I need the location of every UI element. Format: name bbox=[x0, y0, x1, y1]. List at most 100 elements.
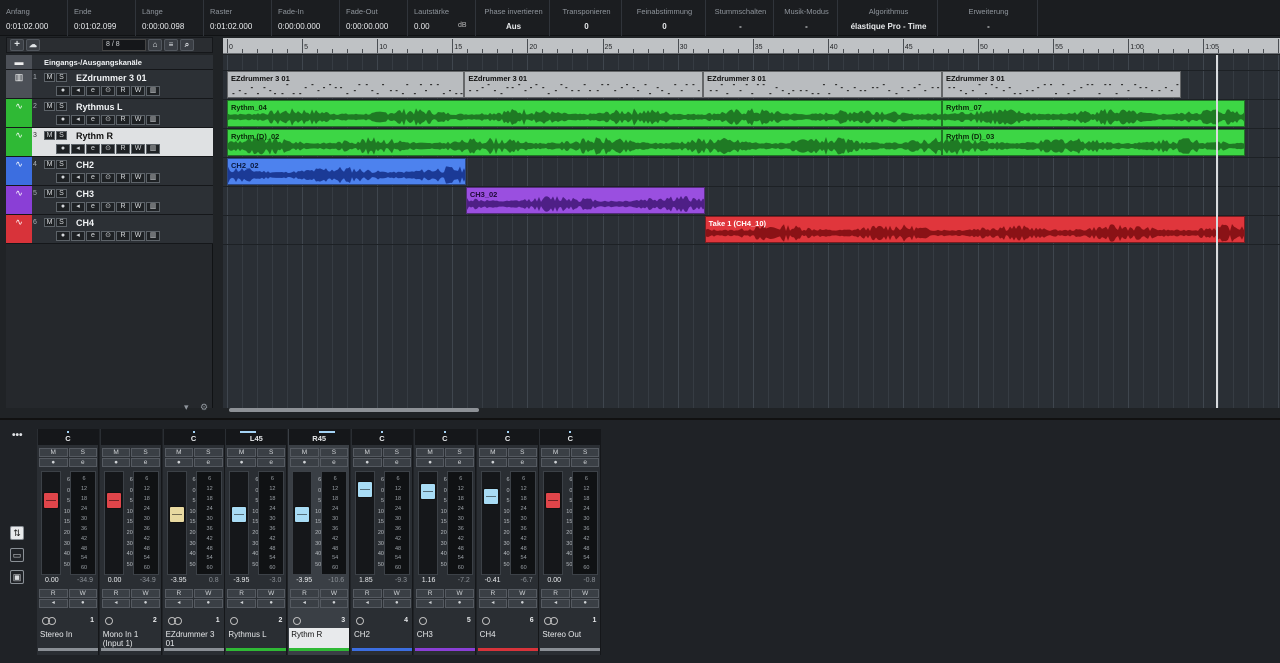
monitor-button[interactable]: ◂ bbox=[227, 599, 256, 608]
volume-value[interactable]: 0.00 bbox=[102, 577, 122, 587]
monitor-button[interactable]: ◂ bbox=[71, 144, 85, 154]
listen-button[interactable]: ● bbox=[541, 458, 570, 467]
monitor-button[interactable]: ◂ bbox=[71, 115, 85, 125]
lock-button[interactable]: ⊙ bbox=[101, 231, 115, 241]
cloud-icon[interactable]: ☁ bbox=[26, 39, 40, 51]
info-field-7[interactable]: Phase invertieren Aus bbox=[476, 0, 550, 36]
track-name[interactable]: CH2 bbox=[76, 160, 94, 170]
solo-button[interactable]: S bbox=[256, 448, 286, 457]
mute-button[interactable]: M bbox=[290, 448, 319, 457]
edit-channel-button[interactable]: e bbox=[382, 458, 411, 467]
info-field-value[interactable]: 0 bbox=[556, 22, 617, 31]
fader-track[interactable] bbox=[480, 471, 501, 575]
info-field-6[interactable]: Lautstärke 0.00 dB bbox=[408, 0, 476, 36]
record-enable-button[interactable]: ● bbox=[56, 202, 70, 212]
peak-value[interactable]: -6.7 bbox=[521, 577, 537, 587]
lock-button[interactable]: ⊙ bbox=[101, 202, 115, 212]
info-field-4[interactable]: Fade-In 0:00:00.000 bbox=[272, 0, 340, 36]
monitor-button[interactable]: ◂ bbox=[71, 173, 85, 183]
solo-button[interactable]: S bbox=[131, 448, 160, 457]
midi-part[interactable]: EZdrummer 3 01 bbox=[464, 71, 704, 98]
search-icon[interactable]: ⌕ bbox=[180, 39, 194, 51]
volume-value[interactable]: -3.95 bbox=[227, 577, 249, 587]
mute-button[interactable]: M bbox=[227, 448, 256, 457]
fader-track[interactable] bbox=[229, 471, 250, 575]
midi-part[interactable]: EZdrummer 3 01 bbox=[941, 71, 1181, 98]
info-field-3[interactable]: Raster 0:01:02.000 bbox=[204, 0, 272, 36]
mute-button[interactable]: M bbox=[164, 448, 194, 457]
info-field-2[interactable]: Länge 0:00:00.098 bbox=[136, 0, 204, 36]
monitor-button[interactable]: ◂ bbox=[71, 231, 85, 241]
write-automation-button[interactable]: W bbox=[131, 115, 145, 125]
write-automation-button[interactable]: W bbox=[319, 589, 349, 598]
edit-channel-button[interactable]: e bbox=[194, 458, 223, 467]
lane-button[interactable]: ▥ bbox=[146, 144, 160, 154]
write-automation-button[interactable]: W bbox=[131, 589, 160, 598]
pan-control[interactable]: C bbox=[163, 429, 224, 445]
record-enable-button[interactable]: ● bbox=[319, 599, 349, 608]
info-field-8[interactable]: Transponieren 0 bbox=[550, 0, 622, 36]
volume-value[interactable]: -3.95 bbox=[290, 577, 312, 587]
solo-button[interactable]: S bbox=[508, 448, 537, 457]
read-automation-button[interactable]: R bbox=[101, 589, 131, 598]
track-name[interactable]: CH4 bbox=[76, 218, 94, 228]
pan-control[interactable]: C bbox=[477, 429, 538, 445]
pan-control[interactable]: C bbox=[414, 429, 475, 445]
write-automation-button[interactable]: W bbox=[68, 589, 97, 598]
record-enable-button[interactable]: ● bbox=[56, 173, 70, 183]
mute-button[interactable]: M bbox=[44, 218, 55, 227]
read-automation-button[interactable]: R bbox=[116, 144, 130, 154]
edit-channel-button[interactable]: e bbox=[86, 115, 100, 125]
volume-fader[interactable] bbox=[545, 492, 562, 510]
link-icon[interactable] bbox=[356, 617, 364, 625]
monitor-button[interactable]: ◂ bbox=[39, 599, 68, 608]
listen-button[interactable]: ● bbox=[290, 458, 319, 467]
list-icon[interactable]: ≡ bbox=[164, 39, 178, 51]
info-field-value[interactable]: - bbox=[944, 22, 1033, 31]
listen-button[interactable]: ● bbox=[101, 458, 131, 467]
info-field-5[interactable]: Fade-Out 0:00:00.000 bbox=[340, 0, 408, 36]
record-enable-button[interactable]: ● bbox=[56, 231, 70, 241]
channel-name[interactable]: CH4 bbox=[478, 628, 538, 648]
track-name[interactable]: Rythmus L bbox=[76, 102, 123, 112]
add-track-button[interactable]: + bbox=[10, 39, 24, 51]
info-field-value[interactable]: 0:01:02.000 bbox=[210, 22, 267, 31]
lane-button[interactable]: ▥ bbox=[146, 115, 160, 125]
fader-track[interactable] bbox=[355, 471, 375, 575]
edit-channel-button[interactable]: e bbox=[86, 202, 100, 212]
write-automation-button[interactable]: W bbox=[382, 589, 411, 598]
info-field-value[interactable]: 0:00:00.000 bbox=[346, 22, 403, 31]
edit-channel-button[interactable]: e bbox=[256, 458, 286, 467]
solo-button[interactable]: S bbox=[56, 160, 67, 169]
timeline-ruler[interactable]: 05101520253035404550551:001:051:10 bbox=[223, 38, 1280, 54]
channel-name[interactable]: Stereo In bbox=[38, 628, 98, 648]
record-enable-button[interactable]: ● bbox=[570, 599, 600, 608]
peak-value[interactable]: -7.2 bbox=[458, 577, 474, 587]
track-list-settings-icon[interactable]: ⚙ bbox=[200, 402, 208, 413]
fader-track[interactable] bbox=[166, 471, 187, 575]
mute-button[interactable]: M bbox=[101, 448, 131, 457]
lane-button[interactable]: ▥ bbox=[146, 231, 160, 241]
read-automation-button[interactable]: R bbox=[39, 589, 68, 598]
solo-button[interactable]: S bbox=[56, 218, 67, 227]
info-field-value[interactable]: 0:00:00.098 bbox=[142, 22, 199, 31]
volume-value[interactable]: 1.85 bbox=[353, 577, 373, 587]
info-field-12[interactable]: Algorithmus élastique Pro - Time bbox=[838, 0, 938, 36]
info-field-9[interactable]: Feinabstimmung 0 bbox=[622, 0, 706, 36]
lane-button[interactable]: ▥ bbox=[146, 173, 160, 183]
lock-button[interactable]: ⊙ bbox=[101, 173, 115, 183]
monitor-button[interactable]: ◂ bbox=[290, 599, 319, 608]
write-automation-button[interactable]: W bbox=[131, 202, 145, 212]
solo-button[interactable]: S bbox=[56, 73, 67, 82]
track-4[interactable]: ∿ 4 M S CH2 ● ◂ e ⊙ R W ▥ bbox=[6, 157, 213, 186]
read-automation-button[interactable]: R bbox=[227, 589, 256, 598]
event-display[interactable]: EZdrummer 3 01 EZdrummer 3 01 EZdrummer 3 … bbox=[223, 55, 1280, 408]
channel-name[interactable]: CH3 bbox=[415, 628, 475, 648]
edit-channel-button[interactable]: e bbox=[319, 458, 349, 467]
record-enable-button[interactable]: ● bbox=[445, 599, 474, 608]
read-automation-button[interactable]: R bbox=[478, 589, 508, 598]
write-automation-button[interactable]: W bbox=[194, 589, 223, 598]
write-automation-button[interactable]: W bbox=[131, 144, 145, 154]
volume-fader[interactable] bbox=[482, 488, 499, 506]
horizontal-scrollbar[interactable] bbox=[229, 408, 479, 412]
